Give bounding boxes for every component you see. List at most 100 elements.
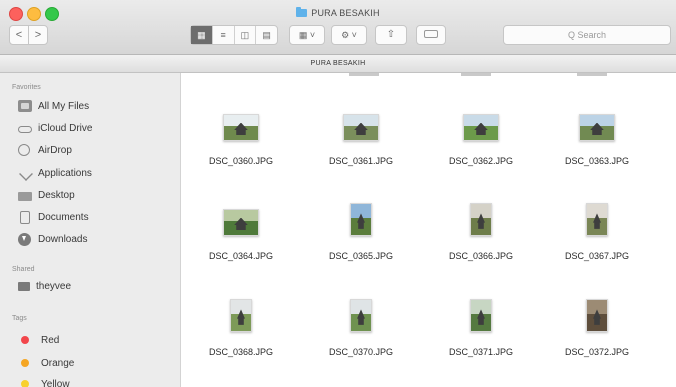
arrange-button[interactable]: ▦ ˅ [289,25,325,45]
file-thumbnail [343,114,379,141]
sidebar-item-label: Yellow [41,378,70,387]
file-name: DSC_0361.JPG [328,156,394,166]
sidebar-item-downloads[interactable]: Downloads [18,230,87,248]
file-item[interactable]: DSC_0362.JPG [421,106,541,176]
red-tag-icon [21,336,29,344]
file-item[interactable]: DSC_0370.JPG [301,297,421,367]
coverflow-view-button[interactable]: ▤ [256,26,277,44]
file-grid: DSC_0360.JPG DSC_0361.JPG DSC_0362.JPG DSC_… [181,73,676,387]
file-item[interactable]: DSC_0366.JPG [421,201,541,271]
file-name: DSC_0362.JPG [448,156,514,166]
search-field[interactable]: Q Search [503,25,671,45]
toolbar: PURA BESAKIH < > ▦ ≡ ◫ ▤ ▦ ˅ ⚙ ˅ ⇧ Q Sea… [0,0,676,55]
tag-icon [424,30,438,38]
file-thumbnail [470,299,492,332]
sidebar-item-label: All My Files [38,100,90,112]
action-button[interactable]: ⚙ ˅ [331,25,367,45]
sidebar-item-label: Orange [41,357,75,369]
file-name: DSC_0360.JPG [208,156,274,166]
downloads-icon [18,232,31,246]
all-files-icon [18,100,32,112]
file-name: DSC_0366.JPG [448,251,514,261]
sidebar-header-shared: Shared [12,266,35,273]
sidebar-item-icloud-drive[interactable]: iCloud Drive [18,119,92,137]
documents-icon [20,210,30,224]
window-title: PURA BESAKIH [0,7,676,18]
file-name: DSC_0368.JPG [208,347,274,357]
sidebar-item-desktop[interactable]: Desktop [18,186,75,204]
sidebar-item-all-my-files[interactable]: All My Files [18,97,89,115]
sidebar-item-label: Desktop [38,189,75,201]
sidebar-item-label: theyvee [36,280,72,292]
file-thumbnail [579,114,615,141]
sidebar-item-label: AirDrop [38,144,72,156]
window-title-label: PURA BESAKIH [311,8,380,18]
icon-view-button[interactable]: ▦ [191,26,213,44]
forward-button[interactable]: > [28,25,48,45]
sidebar-item-label: Applications [38,167,92,179]
sidebar-item-label: Red [41,334,60,346]
file-item[interactable]: DSC_0363.JPG [537,106,657,176]
back-button[interactable]: < [9,25,29,45]
gear-icon: ⚙ ˅ [341,30,357,40]
file-thumbnail [223,114,259,141]
sidebar-item-airdrop[interactable]: AirDrop [18,141,72,159]
file-thumbnail [350,299,372,332]
cloud-icon [18,125,32,133]
partial-thumbnail [577,73,607,76]
sidebar-header-tags: Tags [12,315,27,322]
chevron-right-icon: > [34,29,42,41]
file-item[interactable]: DSC_0371.JPG [421,297,541,367]
share-button[interactable]: ⇧ [375,25,407,45]
file-item[interactable]: DSC_0361.JPG [301,106,421,176]
file-name: DSC_0365.JPG [328,251,394,261]
sidebar-header-favorites: Favorites [12,84,41,91]
path-bar-label: PURA BESAKIH [310,60,366,67]
file-item[interactable]: DSC_0364.JPG [181,201,301,271]
file-item[interactable]: DSC_0365.JPG [301,201,421,271]
partial-thumbnail [461,73,491,76]
arrange-icon: ▦ ˅ [298,30,316,40]
yellow-tag-icon [21,380,29,387]
sidebar-item-label: Downloads [38,233,88,245]
sidebar-item-label: iCloud Drive [38,122,93,134]
sidebar-item-tag-orange[interactable]: Orange [18,354,74,372]
file-name: DSC_0363.JPG [564,156,630,166]
desktop-icon [18,191,32,201]
share-icon: ⇧ [386,29,396,40]
file-name: DSC_0372.JPG [564,347,630,357]
sidebar-item-label: Documents [38,211,89,223]
column-view-button[interactable]: ◫ [235,26,257,44]
sidebar-item-applications[interactable]: Applications [18,164,92,182]
file-thumbnail [586,203,608,236]
file-name: DSC_0371.JPG [448,347,514,357]
file-thumbnail [463,114,499,141]
path-bar: PURA BESAKIH [0,55,676,73]
file-item[interactable]: DSC_0360.JPG [181,106,301,176]
file-name: DSC_0370.JPG [328,347,394,357]
chevron-left-icon: < [15,29,23,41]
list-view-button[interactable]: ≡ [213,26,235,44]
file-item[interactable]: DSC_0368.JPG [181,297,301,367]
file-name: DSC_0364.JPG [208,251,274,261]
edit-tags-button[interactable] [416,25,446,45]
file-thumbnail [350,203,372,236]
view-mode-control: ▦ ≡ ◫ ▤ [190,25,278,45]
sidebar-item-documents[interactable]: Documents [18,208,89,226]
finder-window: PURA BESAKIH < > ▦ ≡ ◫ ▤ ▦ ˅ ⚙ ˅ ⇧ Q Sea… [0,0,676,387]
file-thumbnail [586,299,608,332]
file-thumbnail [470,203,492,236]
computer-icon [18,281,30,291]
airdrop-icon [18,144,30,156]
file-name: DSC_0367.JPG [564,251,630,261]
folder-icon [296,7,308,17]
partial-thumbnail [349,73,379,76]
applications-icon [18,167,32,179]
search-placeholder: Q Search [567,30,607,40]
sidebar-item-tag-red[interactable]: Red [18,331,59,349]
file-item[interactable]: DSC_0372.JPG [537,297,657,367]
sidebar-item-tag-yellow[interactable]: Yellow [18,375,70,387]
orange-tag-icon [21,359,29,367]
file-item[interactable]: DSC_0367.JPG [537,201,657,271]
sidebar-item-theyvee[interactable]: theyvee [18,277,71,295]
